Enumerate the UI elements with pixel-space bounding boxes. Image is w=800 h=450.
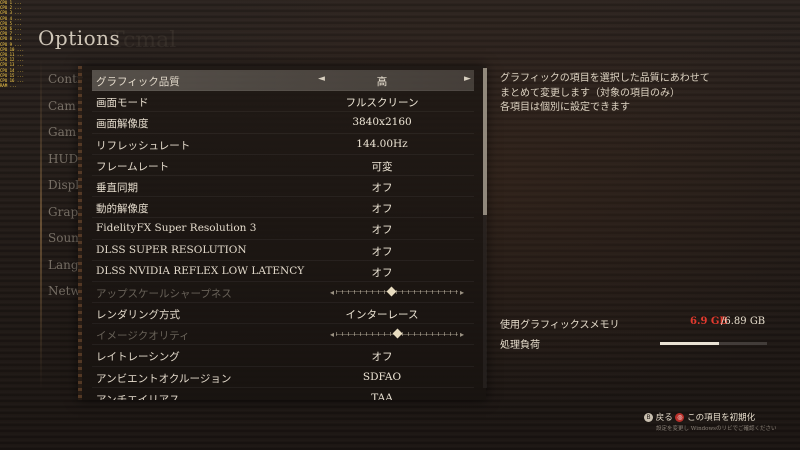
setting-label: DLSS SUPER RESOLUTION: [96, 243, 247, 256]
setting-value: オフ: [371, 266, 393, 279]
setting-label: 画面解像度: [96, 118, 149, 131]
setting-row[interactable]: アンチエイリアス TAA: [92, 388, 474, 400]
reset-prompt[interactable]: この項目を初期化: [687, 413, 755, 423]
setting-row[interactable]: 画面解像度 3840x2160: [92, 112, 474, 134]
setting-row[interactable]: 垂直同期 オフ: [92, 176, 474, 198]
load-bar: [660, 342, 767, 345]
setting-row[interactable]: レイトレーシング オフ: [92, 345, 474, 367]
arrow-right-icon[interactable]: ►: [464, 74, 471, 84]
slider-max-icon: ▸: [459, 330, 464, 340]
setting-value: オフ: [371, 245, 393, 258]
setting-row[interactable]: イメージクオリティ ◂ ▸: [92, 324, 474, 346]
setting-label: レンダリング方式: [96, 309, 180, 322]
slider-ticks: [336, 289, 458, 294]
setting-label: アップスケールシャープネス: [96, 287, 232, 300]
description-line: まとめて変更します（対象の項目のみ）: [500, 87, 680, 99]
vram-usage: 使用グラフィックスメモリ 6.9 GB /6.89 GB: [500, 316, 770, 332]
setting-value: オフ: [371, 224, 393, 237]
page-title: Options: [38, 26, 121, 50]
graphics-settings-panel: グラフィック品質 高 ◄ ► 画面モード フルスクリーン画面解像度 3840x2160 リフレ…: [78, 66, 486, 400]
slider-min-icon: ◂: [330, 287, 335, 297]
setting-value: 3840x2160: [352, 116, 412, 129]
button-prompts: B 戻る ◎ この項目を初期化 設定を変更し Windowsのリビでご確認くださ…: [644, 411, 794, 435]
setting-label: 動的解像度: [96, 203, 149, 216]
setting-row[interactable]: リフレッシュレート 144.00Hz: [92, 134, 474, 155]
setting-row[interactable]: アップスケールシャープネス ◂ ▸: [92, 282, 474, 304]
back-prompt[interactable]: 戻る: [656, 413, 673, 423]
setting-label: グラフィック品質: [96, 76, 180, 88]
setting-label: 画面モード: [96, 97, 149, 110]
arrow-left-icon[interactable]: ◄: [318, 74, 325, 84]
setting-value: インターレース: [345, 309, 419, 322]
reset-button-icon: ◎: [675, 413, 685, 422]
setting-label: FidelityFX Super Resolution 3: [96, 222, 257, 235]
setting-slider[interactable]: ◂ ▸: [330, 328, 464, 340]
vram-total-value: /6.89 GB: [721, 316, 766, 327]
setting-label: アンチエイリアス: [96, 393, 180, 400]
setting-value: 高: [376, 76, 388, 88]
vram-label: 使用グラフィックスメモリ: [500, 320, 620, 331]
setting-value: オフ: [371, 203, 393, 216]
setting-label: DLSS NVIDIA REFLEX LOW LATENCY: [96, 264, 305, 277]
footer-note: 設定を変更し Windowsのリビでご確認ください: [656, 426, 777, 432]
setting-row[interactable]: レンダリング方式 インターレース: [92, 303, 474, 325]
setting-value: SDFAO: [362, 370, 402, 383]
description-line: 各項目は個別に設定できます: [500, 102, 630, 113]
setting-slider[interactable]: ◂ ▸: [330, 286, 464, 297]
setting-label: アンビエントオクルージョン: [96, 372, 232, 385]
description-line: グラフィックの項目を選択した品質にあわせて: [500, 73, 710, 84]
load-label: 処理負荷: [500, 340, 540, 351]
setting-row[interactable]: アンビエントオクルージョン SDFAO: [92, 367, 474, 388]
setting-value: 可変: [371, 160, 393, 173]
scrollbar-thumb[interactable]: [483, 68, 487, 216]
setting-label: リフレッシュレート: [96, 139, 191, 152]
settings-scrollbar[interactable]: [483, 68, 487, 388]
load-bar-fill: [660, 342, 719, 345]
slider-thumb[interactable]: [392, 328, 402, 339]
sidebar-divider: [40, 60, 42, 390]
setting-row[interactable]: DLSS SUPER RESOLUTION オフ: [92, 240, 474, 261]
setting-value: オフ: [371, 351, 393, 364]
setting-description: グラフィックの項目を選択した品質にあわせて まとめて変更します（対象の項目のみ）…: [500, 72, 760, 116]
setting-label: 垂直同期: [96, 181, 138, 194]
slider-max-icon: ▸: [459, 287, 464, 297]
settings-list: グラフィック品質 高 ◄ ► 画面モード フルスクリーン画面解像度 3840x2160 リフレ…: [92, 70, 474, 400]
setting-row[interactable]: フレームレート 可変: [92, 155, 474, 176]
setting-row[interactable]: FidelityFX Super Resolution 3 オフ: [92, 218, 474, 240]
processing-load: 処理負荷: [500, 336, 770, 352]
setting-row[interactable]: 動的解像度 オフ: [92, 197, 474, 219]
slider-min-icon: ◂: [330, 330, 335, 340]
setting-row[interactable]: DLSS NVIDIA REFLEX LOW LATENCY オフ: [92, 261, 474, 282]
setting-value: TAA: [371, 391, 393, 400]
slider-thumb[interactable]: [386, 286, 397, 297]
b-button-icon: B: [644, 413, 653, 422]
setting-label: レイトレーシング: [96, 351, 180, 364]
setting-row[interactable]: グラフィック品質 高 ◄ ►: [92, 70, 474, 92]
setting-label: フレームレート: [96, 160, 170, 173]
setting-row[interactable]: 画面モード フルスクリーン: [92, 91, 474, 113]
setting-label: イメージクオリティ: [96, 330, 190, 343]
setting-value: フルスクリーン: [345, 97, 419, 110]
setting-value: オフ: [371, 181, 393, 194]
setting-value: 144.00Hz: [356, 137, 408, 150]
